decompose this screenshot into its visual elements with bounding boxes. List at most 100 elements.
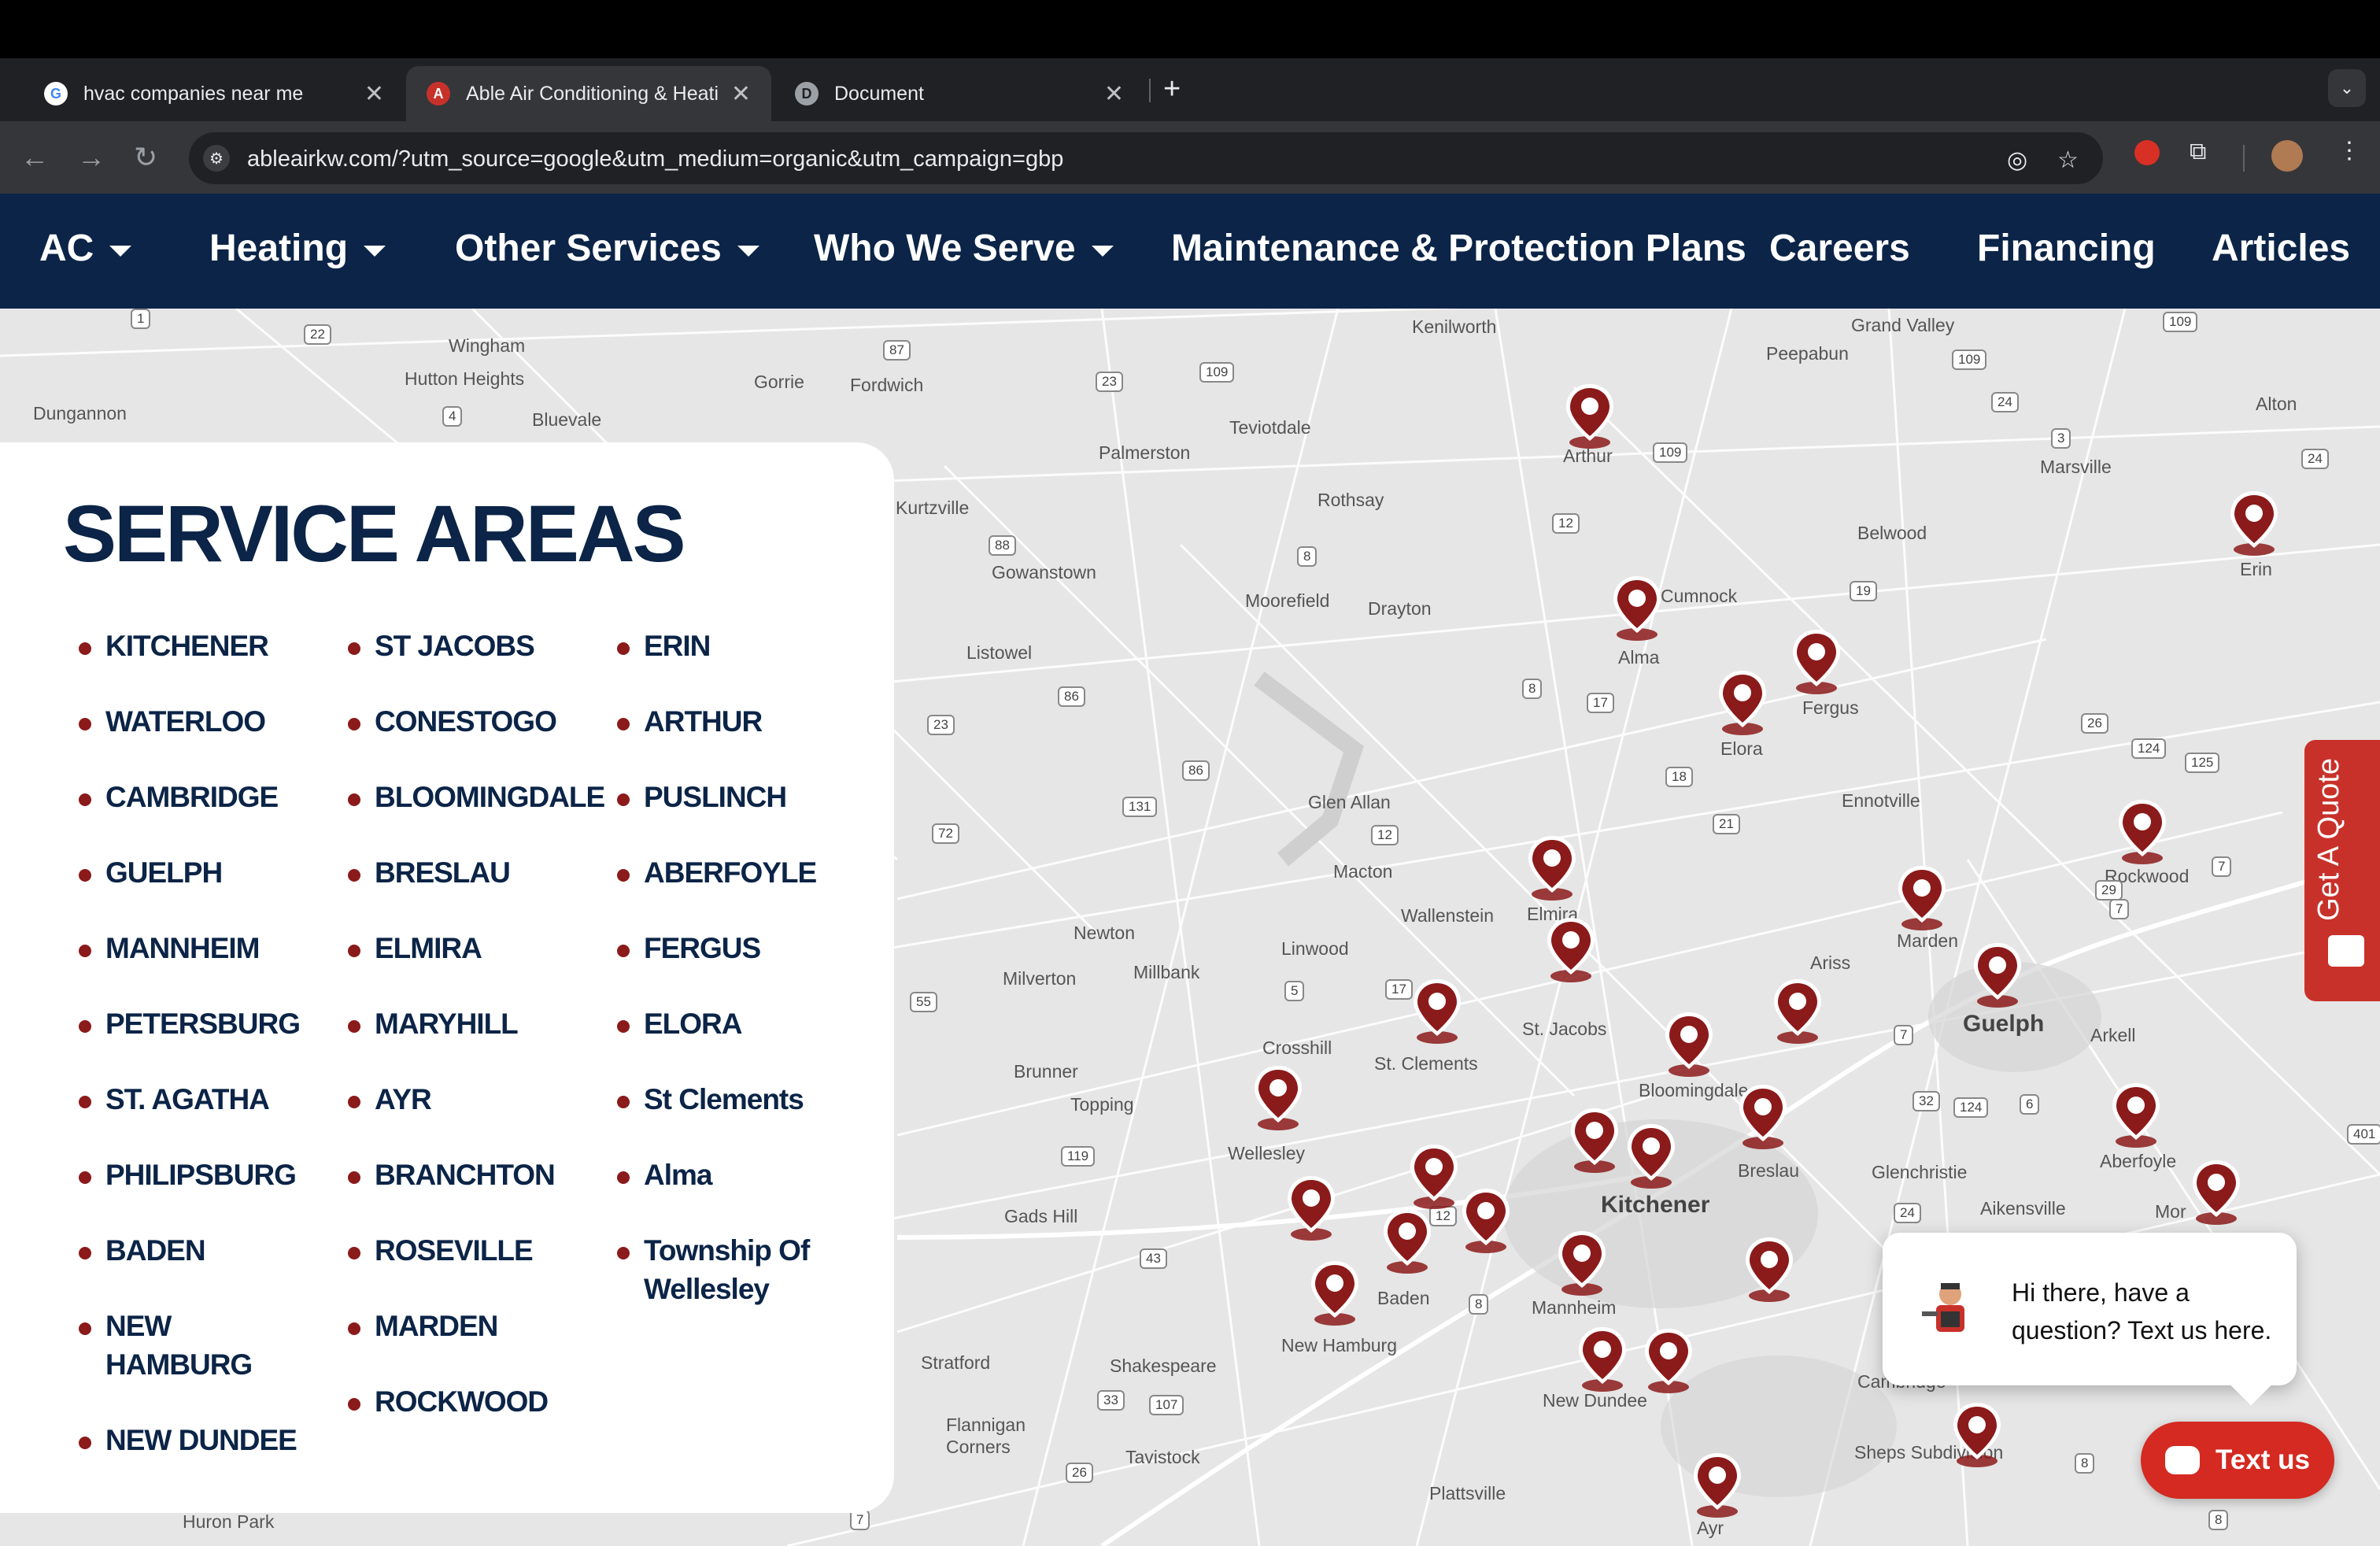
route-shield: 23 xyxy=(927,715,955,735)
list-item[interactable]: CAMBRIDGE xyxy=(79,778,346,816)
tab-google[interactable]: G hvac companies near me ✕ xyxy=(24,66,405,121)
location-pin-icon[interactable] xyxy=(1379,1206,1436,1278)
nav-articles[interactable]: Articles xyxy=(2212,227,2350,270)
close-icon[interactable]: ✕ xyxy=(731,80,751,108)
route-shield: 3 xyxy=(2051,428,2071,449)
location-pin-icon[interactable] xyxy=(1609,573,1665,645)
list-item[interactable]: PETERSBURG xyxy=(79,1004,346,1043)
list-item[interactable]: BADEN xyxy=(79,1231,346,1270)
back-icon[interactable]: ← xyxy=(20,139,49,176)
list-item[interactable]: CONESTOGO xyxy=(348,702,615,741)
location-pin-icon[interactable] xyxy=(1561,381,1618,453)
location-pin-icon[interactable] xyxy=(1640,1326,1697,1398)
list-item[interactable]: ST. AGATHA xyxy=(79,1080,346,1119)
town-label: Alton xyxy=(2256,394,2297,414)
list-item[interactable]: ARTHUR xyxy=(617,702,885,741)
reload-icon[interactable]: ↻ xyxy=(134,139,157,176)
star-icon[interactable]: ☆ xyxy=(2057,146,2079,174)
list-item[interactable]: NEW HAMBURG xyxy=(79,1307,253,1384)
location-pin-icon[interactable] xyxy=(1661,1009,1717,1082)
location-pin-icon[interactable] xyxy=(2114,797,2171,869)
location-pin-icon[interactable] xyxy=(1714,668,1771,740)
tab-search-button[interactable]: ⌄ xyxy=(2328,69,2366,107)
forward-icon[interactable]: → xyxy=(77,139,105,176)
list-item[interactable]: ELMIRA xyxy=(348,929,615,967)
list-item[interactable]: GUELPH xyxy=(79,853,346,892)
nav-maintenance[interactable]: Maintenance & Protection Plans xyxy=(1171,227,1746,270)
extension-shield-icon[interactable] xyxy=(2134,140,2160,165)
location-pin-icon[interactable] xyxy=(1283,1173,1340,1245)
location-pin-icon[interactable] xyxy=(1735,1082,1791,1154)
location-pin-icon[interactable] xyxy=(1741,1234,1798,1307)
list-item[interactable]: ROSEVILLE xyxy=(348,1231,615,1270)
close-icon[interactable]: ✕ xyxy=(364,80,384,108)
list-item[interactable]: BLOOMINGDALE xyxy=(348,778,615,816)
location-pin-icon[interactable] xyxy=(2188,1157,2245,1230)
location-pin-icon[interactable] xyxy=(1689,1450,1746,1522)
puzzle-icon[interactable]: ⧉ xyxy=(2190,139,2206,165)
location-pin-icon[interactable] xyxy=(2226,488,2282,560)
location-pin-icon[interactable] xyxy=(1623,1121,1680,1193)
location-pin-icon[interactable] xyxy=(2108,1080,2164,1152)
location-pin-icon[interactable] xyxy=(1250,1063,1306,1135)
nav-other-services[interactable]: Other Services xyxy=(455,227,759,270)
location-pin-icon[interactable] xyxy=(1566,1105,1623,1178)
list-item[interactable]: MANNHEIM xyxy=(79,929,346,967)
list-item[interactable]: Township Of Wellesley xyxy=(617,1231,814,1308)
nav-ac[interactable]: AC xyxy=(39,227,132,270)
eye-off-icon[interactable]: ◎ xyxy=(2007,146,2027,174)
list-item[interactable]: BRANCHTON xyxy=(348,1156,615,1194)
list-item[interactable]: AYR xyxy=(348,1080,615,1119)
location-pin-icon[interactable] xyxy=(1554,1228,1610,1300)
list-item[interactable]: NEW DUNDEE xyxy=(79,1421,346,1459)
list-item[interactable]: WATERLOO xyxy=(79,702,346,741)
location-pin-icon[interactable] xyxy=(1406,1141,1462,1214)
list-item[interactable]: PUSLINCH xyxy=(617,778,885,816)
town-label: Huron Park xyxy=(183,1511,275,1532)
list-item[interactable]: MARYHILL xyxy=(348,1004,615,1043)
list-item[interactable]: BRESLAU xyxy=(348,853,615,892)
location-pin-icon[interactable] xyxy=(1458,1185,1514,1258)
list-item[interactable]: Alma xyxy=(617,1156,885,1194)
list-item[interactable]: FERGUS xyxy=(617,929,885,967)
address-bar[interactable]: ⚙ ableairkw.com/?utm_source=google&utm_m… xyxy=(189,132,2103,184)
location-pin-icon[interactable] xyxy=(1769,976,1826,1049)
location-pin-icon[interactable] xyxy=(1524,833,1580,905)
close-icon[interactable]: ✕ xyxy=(1104,80,1124,108)
location-pin-icon[interactable] xyxy=(1969,940,2026,1012)
town-label: Fergus xyxy=(1802,697,1859,718)
get-a-quote-button[interactable]: Get A Quote xyxy=(2304,740,2380,1001)
location-pin-icon[interactable] xyxy=(1543,915,1599,987)
tab-document[interactable]: D Document ✕ xyxy=(774,66,1144,121)
nav-financing[interactable]: Financing xyxy=(1977,227,2156,270)
nav-who-we-serve[interactable]: Who We Serve xyxy=(814,227,1114,270)
location-pin-icon[interactable] xyxy=(1574,1324,1631,1396)
url-text[interactable]: ableairkw.com/?utm_source=google&utm_med… xyxy=(247,146,1063,172)
tab-strip: G hvac companies near me ✕ A Able Air Co… xyxy=(0,58,2380,121)
location-pin-icon[interactable] xyxy=(1894,863,1950,935)
location-pin-icon[interactable] xyxy=(1306,1258,1363,1330)
town-label: Aikensville xyxy=(1980,1198,2066,1219)
list-item[interactable]: KITCHENER xyxy=(79,627,346,665)
list-item[interactable]: St Clements xyxy=(617,1080,885,1119)
tab-able-air[interactable]: A Able Air Conditioning & Heati ✕ xyxy=(406,66,771,121)
list-item[interactable]: ROCKWOOD xyxy=(348,1382,615,1421)
list-item[interactable]: ELORA xyxy=(617,1004,885,1043)
location-pin-icon[interactable] xyxy=(1788,627,1845,699)
route-shield: 5 xyxy=(1284,981,1305,1001)
nav-careers[interactable]: Careers xyxy=(1769,227,1910,270)
location-pin-icon[interactable] xyxy=(1949,1400,2005,1472)
chat-prompt[interactable]: Hi there, have a question? Text us here. xyxy=(1883,1233,2297,1406)
list-item[interactable]: ST JACOBS xyxy=(348,627,615,665)
list-item[interactable]: ABERFOYLE xyxy=(617,853,885,892)
list-item[interactable]: MARDEN xyxy=(348,1307,615,1345)
new-tab-button[interactable]: + xyxy=(1163,72,1181,106)
list-item[interactable]: ERIN xyxy=(617,627,885,665)
avatar[interactable] xyxy=(2271,140,2303,172)
kebab-menu-icon[interactable]: ⋮ xyxy=(2338,137,2361,165)
location-pin-icon[interactable] xyxy=(1409,976,1465,1049)
nav-heating[interactable]: Heating xyxy=(209,227,386,270)
list-item[interactable]: PHILIPSBURG xyxy=(79,1156,346,1194)
site-info-icon[interactable]: ⚙ xyxy=(203,145,230,172)
text-us-button[interactable]: Text us xyxy=(2141,1422,2334,1499)
